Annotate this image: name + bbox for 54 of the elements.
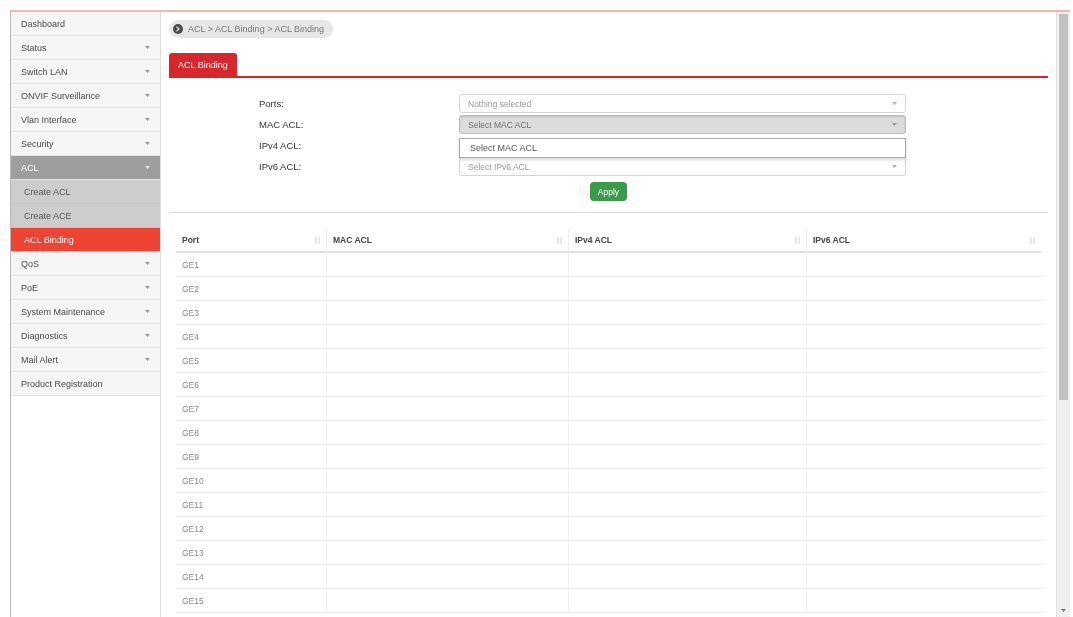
column-header[interactable]: IPv6 ACL [806,229,1041,253]
column-header[interactable]: MAC ACL [326,229,568,253]
scroll-thumb[interactable] [1059,14,1068,400]
table-cell: GE3 [182,307,199,318]
breadcrumb-text: ACL > ACL Binding > ACL Binding [188,24,325,34]
caret-icon [892,165,897,168]
column-header[interactable]: Port [176,229,326,253]
field-label: IPv6 ACL: [259,161,302,172]
sidebar-item[interactable]: Dashboard [11,12,160,36]
select-field[interactable]: Select MAC ACL [459,115,906,134]
sidebar-item[interactable]: Vlan Interface [11,108,160,132]
table-cell: GE12 [182,523,204,534]
sidebar-item[interactable]: Switch LAN [11,60,160,84]
apply-button[interactable]: Apply [589,182,628,201]
sidebar-item[interactable]: Product Registration [11,372,160,396]
field-label: Ports: [259,98,284,109]
column-header-text: IPv6 ACL [813,235,850,245]
caret-icon [892,102,897,105]
sidebar-item[interactable]: System Maintenance [11,300,160,324]
sidebar-item[interactable]: Status [11,36,160,60]
column-header-text: Port [182,235,199,245]
sidebar-item[interactable]: Security [11,132,160,156]
dropdown-option[interactable]: Select MAC ACL [460,139,905,157]
sidebar-item[interactable]: ACL Binding [11,228,160,252]
sidebar-item[interactable]: Create ACE [11,204,160,228]
table-cell: GE8 [182,427,199,438]
sidebar-item[interactable]: Mail Alert [11,348,160,372]
column-header[interactable]: IPv4 ACL [568,229,806,253]
table-cell: GE11 [182,499,204,510]
caret-icon [892,123,897,126]
field-label: IPv4 ACL: [259,140,302,151]
sidebar-item[interactable]: PoE [11,276,160,300]
table-cell: GE13 [182,547,204,558]
disc-icon [173,24,183,34]
sidebar-item[interactable]: Diagnostics [11,324,160,348]
table-cell: GE10 [182,475,204,486]
scroll-down-icon[interactable] [1061,609,1066,612]
table-cell: GE2 [182,283,199,294]
table-cell: GE9 [182,451,199,462]
column-header-text: IPv4 ACL [575,235,612,245]
field-label: MAC ACL: [259,119,304,130]
table-cell: GE6 [182,379,199,390]
scrollbar[interactable] [1056,12,1070,617]
table-cell: GE15 [182,595,204,606]
table-cell: GE5 [182,355,199,366]
sidebar-item[interactable]: Create ACL [11,180,160,204]
column-header-text: MAC ACL [333,235,372,245]
table-cell: GE1 [182,259,199,270]
sidebar-item[interactable]: QoS [11,252,160,276]
sidebar-item[interactable]: ONVIF Surveillance [11,84,160,108]
table-cell: GE14 [182,571,204,582]
table-cell: GE4 [182,331,199,342]
table-cell: GE7 [182,403,199,414]
tab[interactable]: ACL Binding [169,53,237,76]
